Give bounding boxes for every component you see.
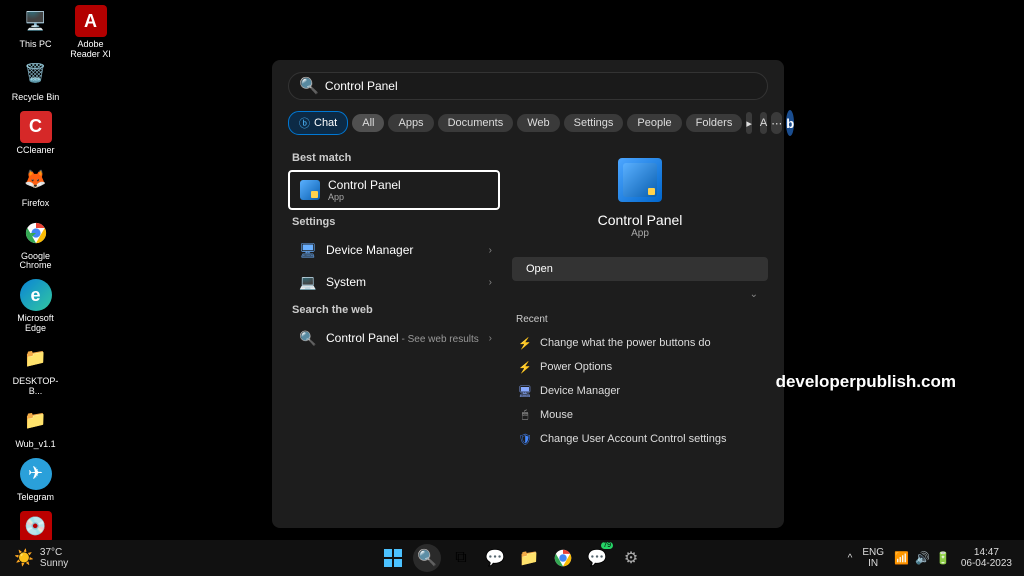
filter-chat[interactable]: ⓑChat (288, 111, 348, 135)
system-tray: ^ ENGIN 📶 🔊 🔋 14:4706-04-2023 (848, 547, 1024, 569)
result-control-panel[interactable]: Control PanelApp (288, 170, 500, 210)
sun-icon: ☀️ (14, 548, 34, 568)
filter-people[interactable]: People (627, 114, 681, 132)
tray-language[interactable]: ENGIN (862, 547, 884, 569)
results-left-column: Best match Control PanelApp Settings 🖥 D… (288, 146, 500, 520)
taskbar-weather[interactable]: ☀️ 37°CSunny (0, 547, 68, 569)
tray-status-icons[interactable]: 📶 🔊 🔋 (894, 551, 951, 565)
bing-button[interactable]: b (786, 110, 794, 136)
section-best-match: Best match (292, 152, 500, 164)
control-panel-icon (300, 180, 320, 200)
taskbar-settings[interactable]: ⚙ (617, 544, 645, 572)
desktop-icon-chrome[interactable]: Google Chrome (8, 217, 63, 272)
web-search-icon: 🔍 (298, 328, 318, 348)
desktop-icon-wub[interactable]: 📁Wub_v1.1 (8, 405, 63, 450)
taskbar-chrome[interactable] (549, 544, 577, 572)
power-icon: ⚡ (518, 360, 532, 374)
tray-chevron[interactable]: ^ (848, 553, 853, 564)
device-manager-icon: 🖥 (298, 240, 318, 260)
desktop-icon-adobe[interactable]: AAdobe Reader XI (63, 5, 118, 60)
result-web-search[interactable]: 🔍 Control Panel - See web results › (288, 322, 500, 354)
filter-documents[interactable]: Documents (438, 114, 514, 132)
device-icon: 🖥 (518, 384, 532, 398)
detail-control-panel-icon (618, 158, 662, 202)
start-button[interactable] (379, 544, 407, 572)
power-icon: ⚡ (518, 336, 532, 350)
result-device-manager[interactable]: 🖥 Device Manager › (288, 234, 500, 266)
watermark-text: developerpublish.com (776, 372, 956, 392)
filter-apps[interactable]: Apps (388, 114, 433, 132)
desktop-icons-column: 🖥️This PC AAdobe Reader XI 🗑️Recycle Bin… (8, 5, 63, 556)
detail-title: Control Panel (598, 212, 683, 228)
desktop-icon-telegram[interactable]: ✈Telegram (8, 458, 63, 503)
tray-clock[interactable]: 14:4706-04-2023 (961, 547, 1012, 569)
expand-actions[interactable]: ⌄ (512, 285, 768, 304)
mouse-icon: 🖱 (518, 408, 532, 422)
system-icon: 💻 (298, 272, 318, 292)
result-system[interactable]: 💻 System › (288, 266, 500, 298)
taskbar-explorer[interactable]: 📁 (515, 544, 543, 572)
open-button[interactable]: Open (512, 257, 768, 281)
font-size-button[interactable]: A (760, 112, 767, 134)
chevron-right-icon: › (489, 277, 492, 288)
chevron-right-icon: › (489, 245, 492, 256)
filter-more-arrow[interactable]: ▸ (746, 112, 752, 134)
taskbar-taskview[interactable]: ⧉ (447, 544, 475, 572)
desktop-icon-edge[interactable]: eMicrosoft Edge (8, 279, 63, 334)
filter-folders[interactable]: Folders (686, 114, 743, 132)
search-input-wrapper[interactable]: 🔍 (288, 72, 768, 100)
desktop-icon-ccleaner[interactable]: CCCleaner (8, 111, 63, 156)
taskbar: ☀️ 37°CSunny 🔍 ⧉ 💬 📁 💬79 ⚙ ^ ENGIN 📶 🔊 🔋… (0, 540, 1024, 576)
wifi-icon: 📶 (894, 551, 909, 565)
taskbar-search[interactable]: 🔍 (413, 544, 441, 572)
bing-chat-icon: ⓑ (299, 115, 310, 131)
desktop-icon-folder[interactable]: 📁DESKTOP-B... (8, 342, 63, 397)
overflow-menu[interactable]: ⋯ (771, 112, 782, 134)
section-settings: Settings (292, 216, 500, 228)
recent-mouse[interactable]: 🖱Mouse (512, 403, 768, 427)
chevron-down-icon: ⌄ (750, 289, 758, 300)
filter-web[interactable]: Web (517, 114, 559, 132)
shield-icon: 🛡 (518, 432, 532, 446)
recent-header: Recent (512, 304, 768, 331)
start-search-panel: 🔍 ⓑChat All Apps Documents Web Settings … (272, 60, 784, 528)
taskbar-chat[interactable]: 💬 (481, 544, 509, 572)
recent-power-options[interactable]: ⚡Power Options (512, 355, 768, 379)
filter-settings[interactable]: Settings (564, 114, 624, 132)
search-filter-row: ⓑChat All Apps Documents Web Settings Pe… (288, 110, 768, 136)
detail-sub: App (631, 228, 649, 239)
result-detail-pane: Control Panel App Open ⌄ Recent ⚡Change … (512, 146, 768, 520)
desktop-icon-thispc[interactable]: 🖥️This PC (8, 5, 63, 50)
desktop-icon-firefox[interactable]: 🦊Firefox (8, 164, 63, 209)
recent-power-buttons[interactable]: ⚡Change what the power buttons do (512, 331, 768, 355)
search-input[interactable] (325, 79, 757, 93)
recent-uac[interactable]: 🛡Change User Account Control settings (512, 427, 768, 451)
desktop-icon-recycle[interactable]: 🗑️Recycle Bin (8, 58, 63, 103)
battery-icon: 🔋 (936, 551, 951, 565)
chevron-right-icon: › (489, 333, 492, 344)
taskbar-center: 🔍 ⧉ 💬 📁 💬79 ⚙ (379, 544, 645, 572)
recent-device-manager[interactable]: 🖥Device Manager (512, 379, 768, 403)
volume-icon: 🔊 (915, 551, 930, 565)
filter-all[interactable]: All (352, 114, 384, 132)
search-icon: 🔍 (299, 76, 319, 96)
section-search-web: Search the web (292, 304, 500, 316)
taskbar-whatsapp[interactable]: 💬79 (583, 544, 611, 572)
